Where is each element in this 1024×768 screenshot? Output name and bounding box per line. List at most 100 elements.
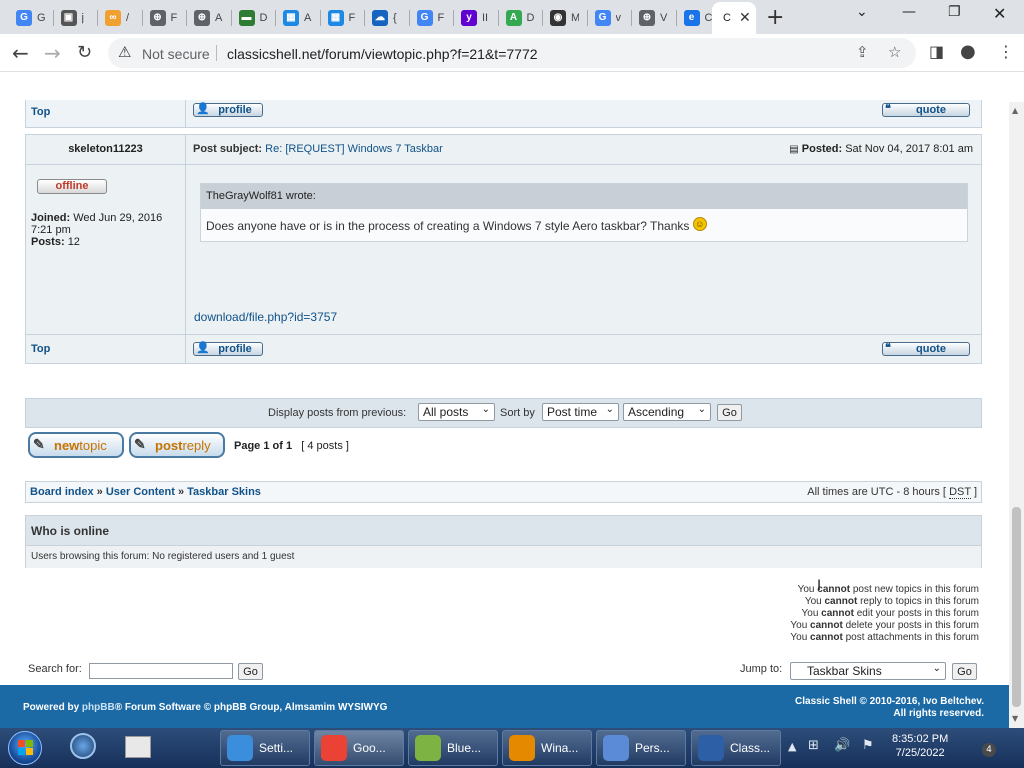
who-is-online-panel: Who is online Users browsing this forum:…	[25, 515, 982, 568]
subject-link[interactable]: Re: [REQUEST] Windows 7 Taskbar	[265, 143, 443, 155]
display-posts-select[interactable]: All posts ⌄	[418, 403, 495, 421]
tray-expand-icon[interactable]: ▲	[788, 740, 796, 753]
breadcrumb-taskbar-skins[interactable]: Taskbar Skins	[187, 486, 261, 498]
puzzle-icon: ▣	[60, 9, 77, 26]
chevron-down-icon: ⌄	[605, 404, 614, 415]
tab-separator	[52, 10, 54, 26]
browser-tab[interactable]: ▦ F	[322, 5, 357, 30]
post-subject: Post subject: Re: [REQUEST] Windows 7 Ta…	[193, 143, 443, 155]
breadcrumb-user-content[interactable]: User Content	[106, 486, 175, 498]
sort-go-button[interactable]: Go	[717, 404, 742, 421]
search-go-button[interactable]: Go	[238, 663, 263, 680]
forward-icon[interactable]: →	[44, 41, 61, 65]
menu-kebab-icon[interactable]: ⋮	[998, 42, 1014, 61]
taskbar-button[interactable]: Class...	[691, 730, 781, 766]
browser-tab[interactable]: ☁{	[366, 5, 401, 30]
profile-avatar-icon[interactable]: ●	[960, 41, 976, 62]
quote-label: quote	[916, 104, 946, 116]
new-tab-button[interactable]: +	[766, 5, 784, 30]
warning-icon[interactable]: ⚠	[118, 43, 131, 61]
post-author[interactable]: skeleton11223	[26, 143, 185, 155]
taskbar-button[interactable]: Goo...	[314, 730, 404, 766]
personalize-icon	[603, 735, 629, 761]
close-tab-icon[interactable]: ✕	[739, 10, 751, 26]
browser-tab[interactable]: ∞ /	[99, 5, 134, 30]
pinned-app-icon[interactable]	[125, 733, 155, 763]
start-button[interactable]	[8, 731, 42, 765]
search-input[interactable]	[89, 663, 233, 679]
browser-tab[interactable]: GG	[10, 5, 45, 30]
download-link[interactable]: download/file.php?id=3757	[194, 310, 337, 324]
post-reply-button[interactable]: ✎ post reply	[129, 432, 225, 458]
sort-order-select[interactable]: Ascending ⌄	[623, 403, 711, 421]
minimize-icon[interactable]: —	[902, 4, 916, 20]
profile-button[interactable]: 👤 profile	[193, 103, 263, 117]
subject-label: Post subject:	[193, 143, 263, 155]
sort-by-select[interactable]: Post time ⌄	[542, 403, 619, 421]
pinned-app-icon[interactable]	[70, 733, 100, 763]
page-scrollbar[interactable]: ▲ ▼	[1009, 102, 1024, 728]
tab-active[interactable]: C ✕	[712, 2, 756, 34]
scroll-up-icon[interactable]: ▲	[1012, 106, 1018, 115]
network-icon[interactable]: ⊞	[808, 738, 819, 753]
restore-icon[interactable]: ❐	[948, 4, 961, 20]
tab-title: D	[526, 11, 535, 24]
browser-tab[interactable]: ▣ j	[55, 5, 90, 30]
new-topic-button[interactable]: ✎ new topic	[28, 432, 124, 458]
volume-icon[interactable]: 🔊	[834, 738, 850, 753]
browser-tab[interactable]: AD	[500, 5, 535, 30]
scroll-thumb[interactable]	[1012, 507, 1021, 707]
tab-search-icon[interactable]: ⌄	[856, 4, 868, 20]
scroll-down-icon[interactable]: ▼	[1012, 714, 1018, 723]
post-date: ▤ Posted: Sat Nov 04, 2017 8:01 am	[789, 143, 973, 155]
url-text[interactable]: classicshell.net/forum/viewtopic.php?f=2…	[227, 46, 538, 62]
share-icon[interactable]: ⇪	[856, 43, 869, 61]
top-link[interactable]: Top	[31, 106, 50, 118]
taskbar-button[interactable]: Setti...	[220, 730, 310, 766]
not-secure-label[interactable]: Not secure	[142, 46, 210, 62]
browser-tab[interactable]: ◉ M	[544, 5, 579, 30]
browser-tab[interactable]: ▬ D	[233, 5, 268, 30]
taskbar-button[interactable]: Blue...	[408, 730, 498, 766]
taskbar-clock[interactable]: 8:35:02 PM 7/25/2022	[892, 732, 948, 760]
top-link[interactable]: Top	[31, 343, 50, 355]
side-panel-icon[interactable]: ◨	[929, 42, 944, 61]
tab-title: F	[437, 11, 445, 24]
jump-go-button[interactable]: Go	[952, 663, 977, 680]
browser-tab[interactable]: eC	[678, 5, 713, 30]
taskbar-button-label: Goo...	[353, 741, 386, 755]
quote-button[interactable]: ❝ quote	[882, 342, 970, 356]
jump-to-label: Jump to:	[740, 663, 783, 675]
profile-button[interactable]: 👤 profile	[193, 342, 263, 356]
notification-badge[interactable]: 4	[982, 743, 996, 757]
address-bar[interactable]: ⚠ Not secure classicshell.net/forum/view…	[108, 38, 916, 68]
browser-tab[interactable]: GF	[411, 5, 446, 30]
permission-bold: cannot	[810, 632, 843, 643]
bookmark-star-icon[interactable]: ☆	[888, 43, 901, 61]
joined-value: Wed Jun 29, 2016	[73, 212, 163, 224]
reload-icon[interactable]: ↻	[77, 42, 92, 63]
phpbb-link[interactable]: phpBB	[82, 702, 115, 713]
taskbar-button[interactable]: Pers...	[596, 730, 686, 766]
tab-separator	[97, 10, 98, 26]
browser-tab[interactable]: ⊕ F	[144, 5, 179, 30]
breadcrumb-board-index[interactable]: Board index	[30, 486, 94, 498]
browser-tab[interactable]: ⊕ A	[188, 5, 223, 30]
browser-tab[interactable]: ▦ A	[277, 5, 312, 30]
tab-title: D	[259, 11, 268, 24]
breadcrumb-separator: »	[96, 486, 103, 498]
posts-value: 12	[67, 236, 80, 248]
permission-pre: You	[790, 632, 808, 643]
browser-tab[interactable]: Gv	[589, 5, 624, 30]
taskbar-button[interactable]: Wina...	[502, 730, 592, 766]
back-icon[interactable]: ←	[12, 41, 29, 65]
quote-button[interactable]: ❝ quote	[882, 103, 970, 117]
jump-to-select[interactable]: Taskbar Skins ⌄	[790, 662, 946, 680]
browser-tab[interactable]: ⊕ V	[633, 5, 668, 30]
action-center-icon[interactable]: ⚑	[862, 738, 874, 753]
google-icon: G	[594, 9, 611, 26]
page-info: Page 1 of 1 [ 4 posts ]	[234, 440, 349, 452]
browser-tab[interactable]: y II	[455, 5, 490, 30]
close-window-icon[interactable]: ✕	[993, 4, 1006, 23]
post-icon[interactable]: ▤	[789, 144, 798, 155]
